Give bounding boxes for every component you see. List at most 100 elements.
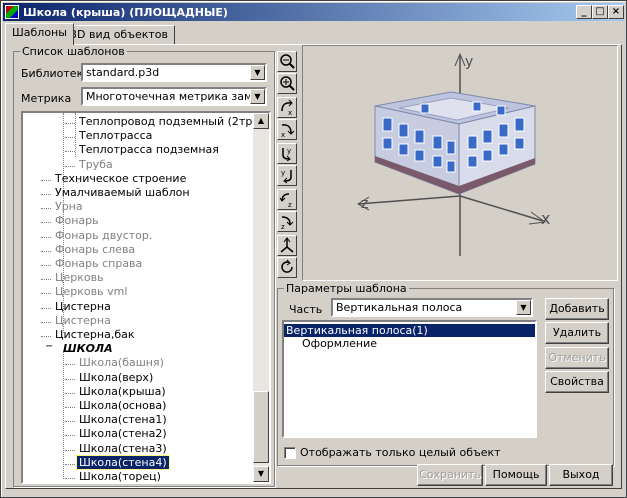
scroll-down-button[interactable]: ▼ <box>253 466 269 482</box>
tree-item[interactable]: Школа(стена2) <box>77 427 169 440</box>
rotate-y-icon: y <box>281 169 292 184</box>
tree-scrollbar[interactable]: ▲ ▼ <box>253 113 269 482</box>
svg-text:x: x <box>288 109 292 116</box>
maximize-button[interactable]: □ <box>592 5 608 19</box>
scroll-thumb[interactable] <box>253 391 269 463</box>
zoom-in-button[interactable] <box>277 73 297 94</box>
params-group-label: Параметры шаблона <box>284 282 409 295</box>
whole-object-checkbox[interactable] <box>284 447 296 459</box>
x-axis <box>459 195 544 222</box>
remove-button[interactable]: Удалить <box>545 322 609 344</box>
chevron-down-icon[interactable]: ▼ <box>516 300 531 315</box>
svg-text:z: z <box>288 201 292 208</box>
part-select[interactable]: Вертикальная полоса ▼ <box>331 298 533 317</box>
tree-item[interactable]: Школа(башня) <box>77 356 166 369</box>
tree-guide-line <box>41 250 51 252</box>
tree-guide-line <box>41 236 51 238</box>
rotate-z-cw-button[interactable]: z <box>277 211 297 232</box>
tab-3d-view[interactable]: 3D вид объектов <box>63 25 176 44</box>
tree-item[interactable]: Фонарь справа <box>53 257 144 270</box>
list-item[interactable]: Оформление <box>300 337 379 350</box>
tree-item[interactable]: Теплотрасса подземная <box>77 143 221 156</box>
close-button[interactable]: × <box>608 5 624 19</box>
tree-guide-line <box>41 179 51 181</box>
whole-object-label: Отображать только целый объект <box>300 446 501 459</box>
zoom-out-button[interactable] <box>277 51 297 72</box>
help-button[interactable]: Помощь <box>485 464 547 486</box>
tree-item[interactable]: Школа(крыша) <box>77 385 168 398</box>
tree-guide-line <box>75 113 76 157</box>
rotate-y-icon: y <box>282 147 291 162</box>
part-label: Часть <box>289 303 323 316</box>
rotate-x-cw-button[interactable]: x <box>277 119 297 140</box>
tree-item[interactable]: Школа(стена4) <box>76 454 170 470</box>
library-select[interactable]: standard.p3d ▼ <box>81 63 267 82</box>
save-button[interactable]: Сохранить <box>417 464 483 486</box>
z-axis-label: z <box>361 196 368 212</box>
tree-item[interactable]: Теплопровод подземный (2тр.) <box>77 115 262 128</box>
metric-label: Метрика <box>21 92 72 105</box>
tree-guide-line <box>65 463 75 465</box>
tree-guide-line <box>65 364 75 366</box>
tree-item[interactable]: Цистерна,бак <box>53 328 137 341</box>
collapse-icon[interactable]: − <box>45 341 53 352</box>
tree-guide-line <box>65 449 75 451</box>
tree-item[interactable]: Школа(торец) <box>77 470 163 482</box>
tree-item[interactable]: Церковь vml <box>53 285 129 298</box>
metric-value: Многоточечная метрика замкнутая <box>86 90 265 103</box>
rotate-x-ccw-button[interactable]: x <box>277 97 297 118</box>
rotate-y-ccw-button[interactable]: y <box>277 143 297 164</box>
cancel-button[interactable]: Отменить <box>545 347 609 369</box>
tree-item[interactable]: Умалчиваемый шаблон <box>53 186 192 199</box>
rotate-z-icon: z <box>279 193 292 208</box>
library-label: Библиотека <box>21 67 90 80</box>
tree-item[interactable]: Школа(стена1) <box>77 413 169 426</box>
reset-axes-button[interactable] <box>277 235 297 256</box>
minimize-button[interactable]: _ <box>576 5 592 19</box>
tree-item[interactable]: Школа(верх) <box>77 371 155 384</box>
tree-item[interactable]: Теплотрасса <box>77 129 154 142</box>
tree-item[interactable]: Школа(стена3) <box>77 442 169 455</box>
templates-tree[interactable]: − Теплопровод подземный (2тр.) Теплотрасс… <box>21 111 271 484</box>
rotate-z-ccw-button[interactable]: z <box>277 189 297 210</box>
tree-guide-line <box>63 351 64 479</box>
rotate-y-cw-button[interactable]: y <box>277 165 297 186</box>
refresh-button[interactable] <box>277 257 297 278</box>
tree-item[interactable]: Фонарь слева <box>53 243 137 256</box>
tree-guide-line <box>41 265 51 266</box>
window-title: Школа (крыша) (ПЛОЩАДНЫЕ) <box>23 5 228 19</box>
tree-item[interactable]: Техническое строение <box>53 172 188 185</box>
templates-group-label: Список шаблонов <box>20 45 127 58</box>
tree-item[interactable]: Цистерна <box>53 300 113 313</box>
tree-guide-line <box>65 123 75 124</box>
chevron-down-icon[interactable]: ▼ <box>250 65 265 80</box>
title-bar[interactable]: Школа (крыша) (ПЛОЩАДНЫЕ) _ □ × <box>3 3 624 21</box>
tree-item[interactable]: ШКОЛА <box>61 342 115 355</box>
tab-templates[interactable]: Шаблоны <box>5 23 74 45</box>
tree-guide-line <box>41 279 51 281</box>
tree-item[interactable]: Фонарь <box>53 214 101 227</box>
chevron-down-icon[interactable]: ▼ <box>250 89 265 104</box>
properties-button[interactable]: Свойства <box>545 371 609 393</box>
tree-item[interactable]: Урна <box>53 200 85 213</box>
z-axis <box>357 195 461 205</box>
tree-item[interactable]: Фонарь двустор. <box>53 229 154 242</box>
metric-select[interactable]: Многоточечная метрика замкнутая ▼ <box>81 87 267 106</box>
3d-scene: y z x <box>357 52 550 256</box>
tree-guide-line <box>65 378 75 380</box>
svg-text:y: y <box>281 169 285 177</box>
exit-button[interactable]: Выход <box>549 464 613 486</box>
tree-item[interactable]: Цистерна <box>53 314 113 327</box>
parts-list[interactable]: Вертикальная полоса(1) Оформление <box>282 320 537 438</box>
3d-viewport[interactable]: y z x <box>302 45 618 281</box>
tree-item[interactable]: Труба <box>77 158 115 171</box>
scroll-up-button[interactable]: ▲ <box>253 113 269 129</box>
tree-guide-line <box>65 407 75 408</box>
main-window: Школа (крыша) (ПЛОЩАДНЫЕ) _ □ × Шаблоны … <box>0 0 627 498</box>
add-button[interactable]: Добавить <box>545 298 609 320</box>
list-item[interactable]: Вертикальная полоса(1) <box>284 324 535 337</box>
y-axis-label: y <box>465 54 473 70</box>
refresh-icon <box>281 259 293 273</box>
tree-item[interactable]: Школа(основа) <box>77 399 168 412</box>
tree-item[interactable]: Церковь <box>53 271 106 284</box>
